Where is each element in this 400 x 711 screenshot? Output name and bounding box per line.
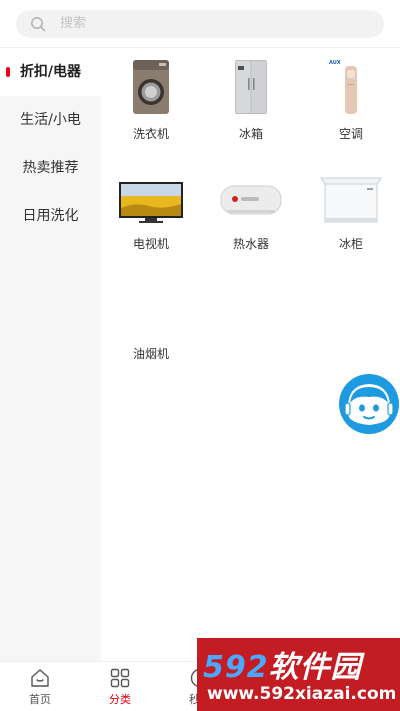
- air-conditioner-icon: AUX: [329, 60, 357, 114]
- sidebar-item-label: 折扣/电器: [19, 64, 82, 80]
- customer-service-icon[interactable]: [338, 373, 400, 435]
- tab-label: 首页: [29, 693, 51, 706]
- search-bar: [0, 0, 400, 48]
- sidebar-item-daily-wash[interactable]: 日用洗化: [0, 192, 101, 240]
- sidebar-item-label: 生活/小电: [20, 112, 81, 128]
- product-name: 冰柜: [338, 237, 363, 251]
- product-refrigerator[interactable]: 冰箱: [201, 48, 301, 148]
- search-box[interactable]: [16, 10, 384, 38]
- product-name: 电视机: [132, 237, 169, 251]
- product-washing-machine[interactable]: 洗衣机: [101, 48, 201, 148]
- svg-text:AUX: AUX: [329, 60, 341, 66]
- freezer-icon: [320, 177, 382, 223]
- search-input[interactable]: [60, 10, 360, 38]
- watermark-logo: 592软件园 www.592xiazai.com: [197, 638, 400, 711]
- home-icon: [31, 669, 49, 687]
- watermark-brand: 592软件园: [203, 650, 362, 685]
- watermark-url: www.592xiazai.com: [207, 684, 397, 704]
- washing-machine-icon: [133, 60, 169, 114]
- sidebar-item-label: 日用洗化: [22, 208, 79, 224]
- product-name: 洗衣机: [132, 127, 169, 141]
- tab-home[interactable]: 首页: [0, 662, 80, 711]
- tab-label: 分类: [109, 693, 131, 706]
- range-hood-icon: [119, 278, 183, 336]
- product-range-hood[interactable]: 油烟机: [101, 268, 201, 368]
- category-icon: [110, 668, 130, 688]
- product-name: 热水器: [232, 237, 269, 251]
- tab-category[interactable]: 分类: [80, 662, 160, 711]
- product-air-conditioner[interactable]: AUX 空调: [301, 48, 400, 148]
- active-indicator: [6, 67, 10, 77]
- product-name: 空调: [338, 127, 363, 141]
- product-water-heater[interactable]: 热水器: [201, 158, 301, 258]
- sidebar-item-life-small-appliances[interactable]: 生活/小电: [0, 96, 101, 144]
- product-name: 冰箱: [238, 127, 263, 141]
- product-freezer[interactable]: 冰柜: [301, 158, 400, 258]
- search-icon: [31, 17, 46, 32]
- product-television[interactable]: 电视机: [101, 158, 201, 258]
- product-grid: 洗衣机 冰箱 AUX 空调 电视机 热水器 冰柜 油烟机: [101, 48, 400, 661]
- product-name: 油烟机: [132, 347, 169, 361]
- sidebar-item-hot-recommend[interactable]: 热卖推荐: [0, 144, 101, 192]
- refrigerator-icon: [235, 60, 267, 114]
- category-sidebar: 折扣/电器 生活/小电 热卖推荐 日用洗化: [0, 48, 101, 661]
- sidebar-item-label: 热卖推荐: [22, 160, 79, 176]
- water-heater-icon: [220, 185, 282, 215]
- television-icon: [119, 182, 183, 223]
- sidebar-item-discount-appliances[interactable]: 折扣/电器: [0, 48, 101, 96]
